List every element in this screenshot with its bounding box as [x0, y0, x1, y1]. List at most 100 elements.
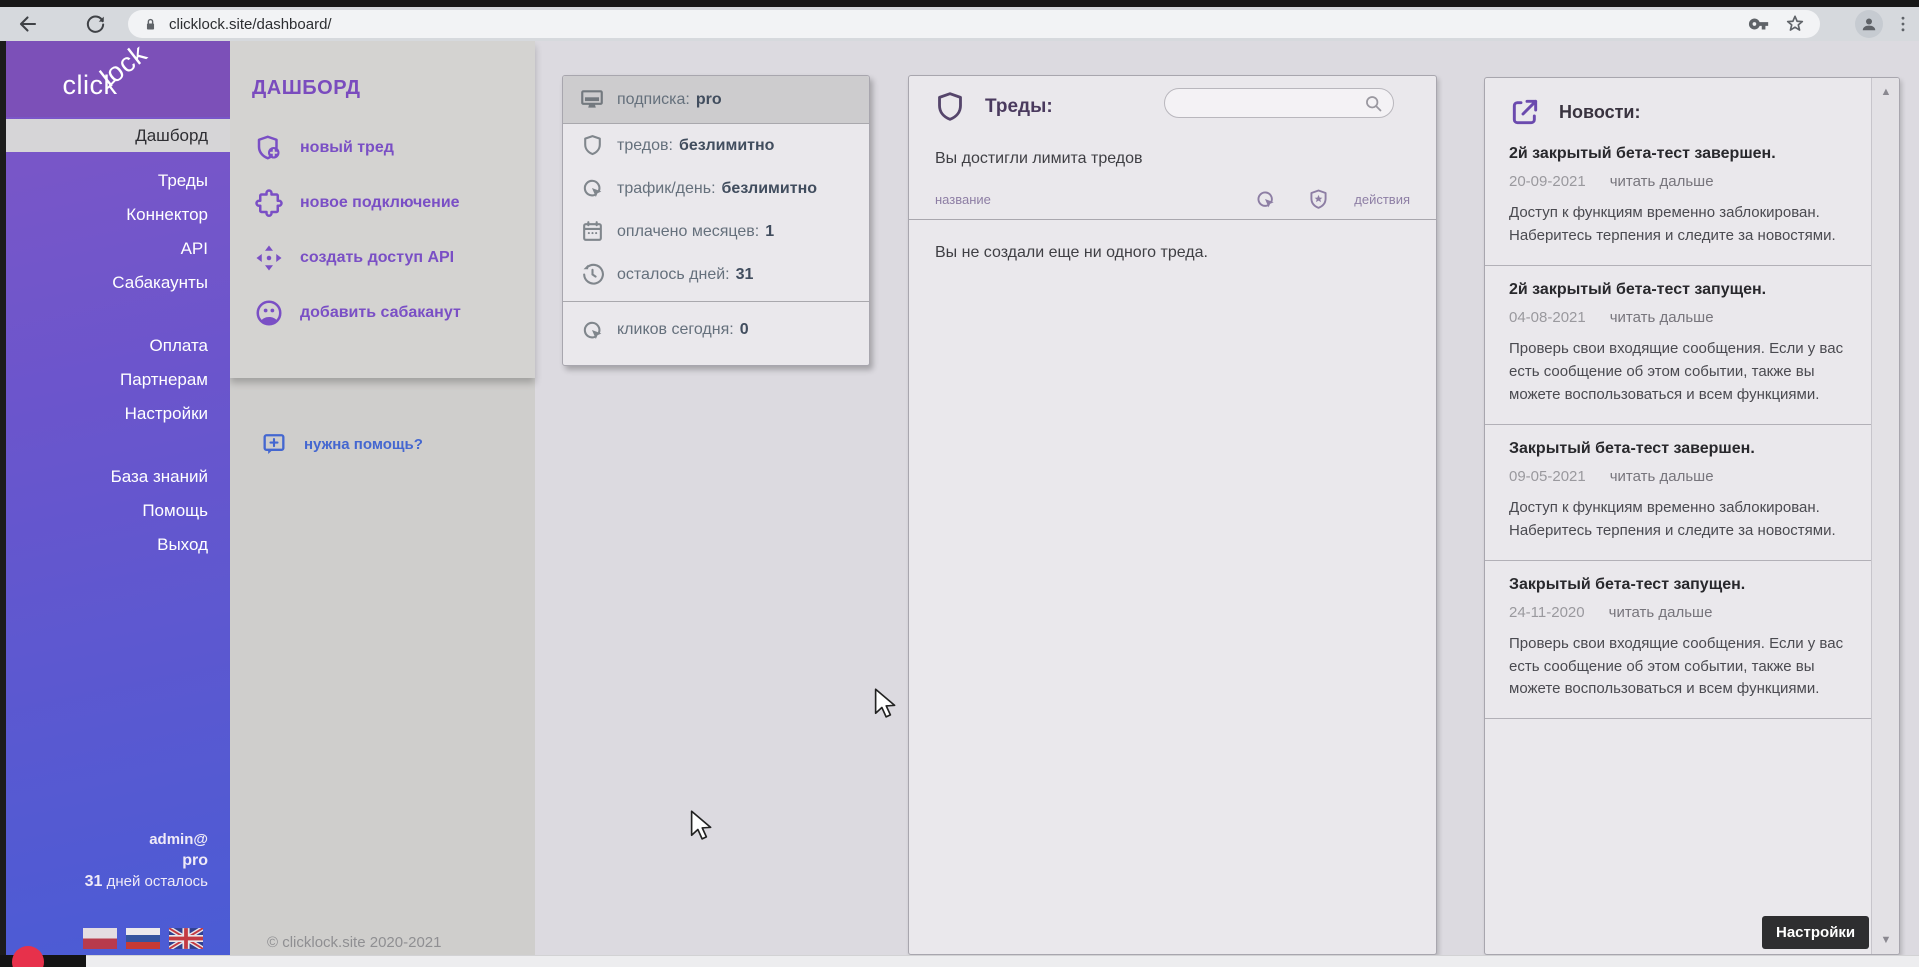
traffic-value: безлимитно: [722, 180, 817, 198]
need-help-label: нужна помощь?: [304, 436, 423, 453]
news-item-date: 09-05-2021: [1509, 468, 1586, 485]
threads-search-input[interactable]: [1164, 88, 1394, 118]
sidebar-item-settings[interactable]: Настройки: [0, 397, 230, 431]
settings-tooltip[interactable]: Настройки: [1762, 916, 1869, 949]
sidebar-item-logout[interactable]: Выход: [0, 528, 230, 562]
reload-button[interactable]: [78, 9, 112, 39]
person-icon: [1859, 14, 1879, 34]
threads-limit-label: тредов:: [617, 137, 673, 155]
flag-uk-icon[interactable]: [169, 928, 203, 949]
url-text[interactable]: clicklock.site/dashboard/: [169, 16, 1748, 33]
news-title: Новости:: [1559, 102, 1640, 123]
profile-avatar[interactable]: [1855, 10, 1883, 38]
sidebar-item-knowledge-base[interactable]: База знаний: [0, 460, 230, 494]
copyright: © clicklock.site 2020-2021: [267, 934, 441, 951]
click-cursor-icon: [577, 318, 607, 343]
sidebar-item-connector[interactable]: Коннектор: [0, 198, 230, 232]
clock-history-icon: [577, 262, 607, 287]
new-connection-button[interactable]: новое подключение: [252, 175, 535, 230]
bookmark-star-icon[interactable]: [1784, 13, 1806, 35]
need-help-link[interactable]: нужна помощь?: [260, 430, 535, 458]
shield-plus-icon: [252, 133, 286, 163]
page-title: ДАШБОРД: [252, 77, 535, 100]
reload-icon: [84, 13, 107, 36]
subscription-value: pro: [696, 91, 722, 109]
news-item-4: Закрытый бета-тест запущен. 24-11-2020 ч…: [1485, 560, 1871, 719]
threads-limit-row: тредов: безлимитно: [563, 124, 869, 167]
shield-icon: [933, 90, 967, 124]
subscription-row: подписка: pro: [563, 76, 869, 124]
external-link-icon: [1509, 96, 1541, 128]
sidebar-item-api[interactable]: API: [0, 232, 230, 266]
chat-plus-icon: [260, 430, 288, 458]
password-key-icon[interactable]: [1748, 13, 1770, 35]
new-thread-button[interactable]: новый тред: [252, 120, 535, 175]
calendar-icon: [577, 219, 607, 244]
window-left-edge: [0, 7, 6, 967]
add-subaccount-button[interactable]: добавить сабаканут: [252, 285, 535, 340]
clicks-today-label: кликов сегодня:: [617, 321, 734, 339]
user-info: admin@ pro 31 дней осталось: [85, 829, 208, 893]
column-name-label[interactable]: название: [935, 192, 1254, 207]
browser-toolbar: clicklock.site/dashboard/: [0, 7, 1919, 41]
days-left-number: 31: [85, 873, 103, 890]
horizontal-scrollbar[interactable]: [0, 955, 1919, 967]
sidebar-item-payment[interactable]: Оплата: [0, 329, 230, 363]
read-more-link[interactable]: читать дальше: [1609, 604, 1713, 621]
three-dot-menu-icon[interactable]: [1893, 13, 1913, 35]
puzzle-icon: [252, 188, 286, 218]
create-api-access-button[interactable]: создать доступ API: [252, 230, 535, 285]
address-bar[interactable]: clicklock.site/dashboard/: [128, 10, 1820, 38]
shield-star-icon[interactable]: [1307, 188, 1330, 211]
threads-title: Треды:: [985, 96, 1053, 118]
forward-button[interactable]: [44, 9, 78, 39]
threads-limit-value: безлимитно: [679, 137, 774, 155]
column-actions-label[interactable]: действия: [1354, 192, 1410, 207]
click-cursor-icon[interactable]: [1254, 188, 1277, 211]
days-left-text: дней осталось: [102, 873, 208, 890]
sidebar-item-partners[interactable]: Партнерам: [0, 363, 230, 397]
move-arrows-icon: [252, 243, 286, 273]
news-item-title: Закрытый бета-тест завершен.: [1509, 440, 1851, 458]
new-connection-label: новое подключение: [300, 194, 460, 212]
sidebar-item-dashboard[interactable]: Дашборд: [0, 119, 230, 152]
clicks-today-row: кликов сегодня: 0: [563, 302, 869, 358]
dashboard-card: ДАШБОРД новый тред новое подключение: [230, 41, 535, 378]
news-item-title: 2й закрытый бета-тест завершен.: [1509, 145, 1851, 163]
news-item-body: Проверь свои входящие сообщения. Если у …: [1509, 633, 1851, 702]
news-scrollbar[interactable]: ▲ ▼: [1871, 78, 1899, 954]
paid-months-row: оплачено месяцев: 1: [563, 210, 869, 253]
threads-panel: Треды: Вы достигли лимита тредов названи…: [908, 75, 1437, 955]
news-panel: Новости: 2й закрытый бета-тест завершен.…: [1484, 77, 1900, 955]
back-arrow-icon: [15, 12, 39, 36]
traffic-label: трафик/день:: [617, 180, 716, 198]
read-more-link[interactable]: читать дальше: [1610, 468, 1714, 485]
read-more-link[interactable]: читать дальше: [1610, 309, 1714, 326]
news-item-body: Доступ к функциям временно заблокирован.…: [1509, 202, 1851, 248]
scroll-up-arrow[interactable]: ▲: [1872, 86, 1900, 98]
scroll-down-arrow[interactable]: ▼: [1872, 934, 1900, 946]
flag-russia-icon[interactable]: [126, 928, 160, 949]
app-window: clicklock.site/dashboard/ clicklock Дашб…: [0, 0, 1919, 967]
sidebar-item-subaccounts[interactable]: Сабакаунты: [0, 266, 230, 300]
read-more-link[interactable]: читать дальше: [1610, 173, 1714, 190]
days-left-row: осталось дней: 31: [563, 253, 869, 296]
user-email: admin@: [85, 829, 208, 850]
padlock-icon: [142, 16, 159, 33]
mouse-cursor: [872, 688, 898, 718]
back-button[interactable]: [10, 9, 44, 39]
create-api-access-label: создать доступ API: [300, 249, 454, 267]
news-item-2: 2й закрытый бета-тест запущен. 04-08-202…: [1485, 265, 1871, 424]
search-icon[interactable]: [1363, 93, 1384, 119]
news-item-3: Закрытый бета-тест завершен. 09-05-2021 …: [1485, 424, 1871, 560]
news-item-date: 04-08-2021: [1509, 309, 1586, 326]
news-item-body: Проверь свои входящие сообщения. Если у …: [1509, 338, 1851, 407]
news-item-1: 2й закрытый бета-тест завершен. 20-09-20…: [1485, 130, 1871, 265]
click-cursor-icon: [577, 176, 607, 201]
logo[interactable]: clicklock: [0, 41, 230, 117]
forward-arrow-icon: [49, 12, 73, 36]
sidebar-item-threads[interactable]: Треды: [0, 164, 230, 198]
flag-poland-icon[interactable]: [83, 928, 117, 949]
sidebar-item-help[interactable]: Помощь: [0, 494, 230, 528]
dashboard-column: ДАШБОРД новый тред новое подключение: [230, 41, 535, 967]
